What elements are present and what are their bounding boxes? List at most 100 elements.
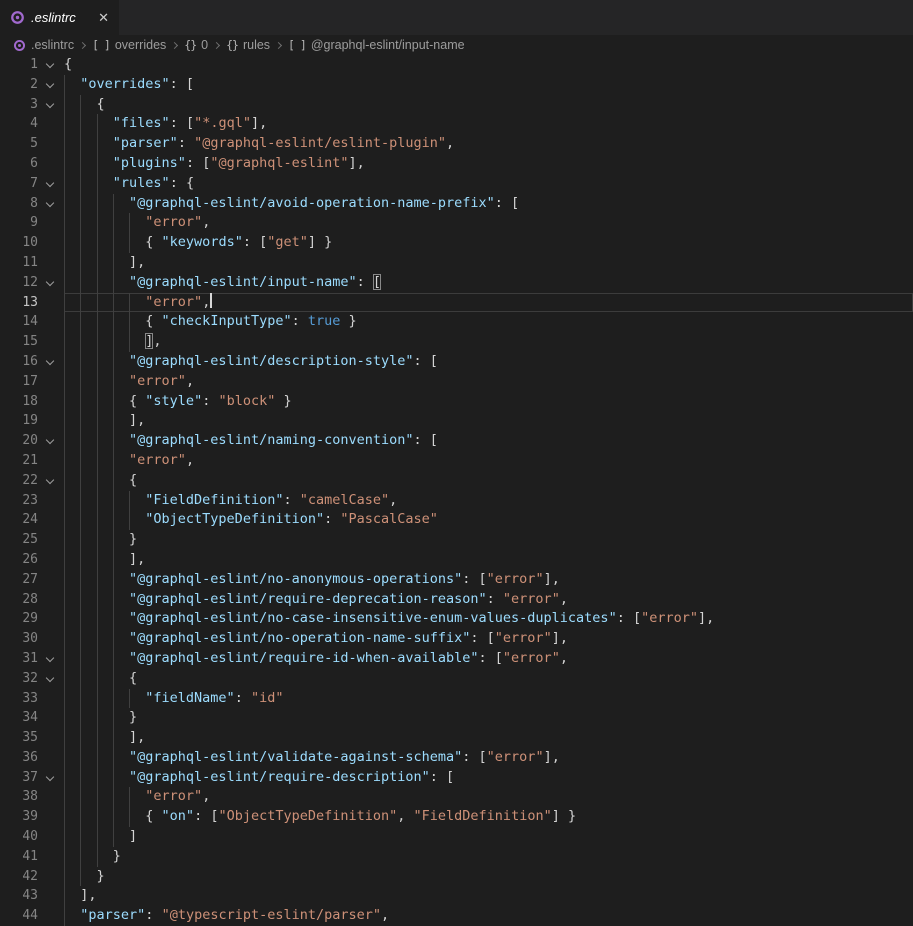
tab-eslintrc[interactable]: .eslintrc ✕ — [0, 0, 119, 35]
code-line[interactable]: 28 "@graphql-eslint/require-deprecation-… — [0, 590, 913, 610]
line-number[interactable]: 7 — [0, 174, 38, 194]
line-number[interactable]: 42 — [0, 867, 38, 887]
fold-chevron-icon[interactable] — [38, 273, 64, 293]
fold-chevron-icon[interactable] — [38, 471, 64, 491]
code-line[interactable]: 1{ — [0, 55, 913, 75]
code-line[interactable]: 8 "@graphql-eslint/avoid-operation-name-… — [0, 194, 913, 214]
code-line[interactable]: 3 { — [0, 95, 913, 115]
line-number[interactable]: 11 — [0, 253, 38, 273]
code-line[interactable]: 35 ], — [0, 728, 913, 748]
line-number[interactable]: 26 — [0, 550, 38, 570]
code-line[interactable]: 27 "@graphql-eslint/no-anonymous-operati… — [0, 570, 913, 590]
code-line[interactable]: 13 "error", — [0, 293, 913, 313]
code-line[interactable]: 24 "ObjectTypeDefinition": "PascalCase" — [0, 510, 913, 530]
code-line[interactable]: 2 "overrides": [ — [0, 75, 913, 95]
line-number[interactable]: 1 — [0, 55, 38, 75]
code-line[interactable]: 17 "error", — [0, 372, 913, 392]
code-line[interactable]: 12 "@graphql-eslint/input-name": [ — [0, 273, 913, 293]
line-number[interactable]: 21 — [0, 451, 38, 471]
code-line[interactable]: 6 "plugins": ["@graphql-eslint"], — [0, 154, 913, 174]
code-line[interactable]: 15 ], — [0, 332, 913, 352]
code-line[interactable]: 31 "@graphql-eslint/require-id-when-avai… — [0, 649, 913, 669]
code-line[interactable]: 29 "@graphql-eslint/no-case-insensitive-… — [0, 609, 913, 629]
code-line[interactable]: 10 { "keywords": ["get"] } — [0, 233, 913, 253]
fold-chevron-icon[interactable] — [38, 174, 64, 194]
line-number[interactable]: 25 — [0, 530, 38, 550]
fold-chevron-icon[interactable] — [38, 768, 64, 788]
line-number[interactable]: 23 — [0, 491, 38, 511]
line-number[interactable]: 38 — [0, 787, 38, 807]
code-line[interactable]: 21 "error", — [0, 451, 913, 471]
fold-chevron-icon[interactable] — [38, 75, 64, 95]
fold-chevron-icon[interactable] — [38, 55, 64, 75]
line-number[interactable]: 5 — [0, 134, 38, 154]
code-line[interactable]: 36 "@graphql-eslint/validate-against-sch… — [0, 748, 913, 768]
code-line[interactable]: 18 { "style": "block" } — [0, 392, 913, 412]
line-number[interactable]: 44 — [0, 906, 38, 926]
code-line[interactable]: 30 "@graphql-eslint/no-operation-name-su… — [0, 629, 913, 649]
breadcrumb-item-overrides[interactable]: [ ]overrides — [92, 38, 166, 52]
code-line[interactable]: 41 } — [0, 847, 913, 867]
fold-chevron-icon[interactable] — [38, 649, 64, 669]
line-number[interactable]: 30 — [0, 629, 38, 649]
line-number[interactable]: 39 — [0, 807, 38, 827]
line-number[interactable]: 16 — [0, 352, 38, 372]
line-number[interactable]: 2 — [0, 75, 38, 95]
code-line[interactable]: 25 } — [0, 530, 913, 550]
line-number[interactable]: 13 — [0, 293, 38, 313]
fold-chevron-icon[interactable] — [38, 95, 64, 115]
code-line[interactable]: 32 { — [0, 669, 913, 689]
fold-chevron-icon[interactable] — [38, 194, 64, 214]
line-number[interactable]: 8 — [0, 194, 38, 214]
line-number[interactable]: 37 — [0, 768, 38, 788]
line-number[interactable]: 4 — [0, 114, 38, 134]
line-number[interactable]: 12 — [0, 273, 38, 293]
code-line[interactable]: 26 ], — [0, 550, 913, 570]
line-number[interactable]: 43 — [0, 886, 38, 906]
breadcrumb-item-0[interactable]: {}0 — [184, 38, 208, 52]
close-icon[interactable]: ✕ — [96, 10, 111, 25]
breadcrumb-item-rules[interactable]: {}rules — [226, 38, 270, 52]
line-number[interactable]: 6 — [0, 154, 38, 174]
line-number[interactable]: 32 — [0, 669, 38, 689]
breadcrumb-item-eslintrc[interactable]: .eslintrc — [13, 38, 74, 52]
line-number[interactable]: 24 — [0, 510, 38, 530]
line-number[interactable]: 29 — [0, 609, 38, 629]
code-line[interactable]: 7 "rules": { — [0, 174, 913, 194]
code-line[interactable]: 11 ], — [0, 253, 913, 273]
line-number[interactable]: 34 — [0, 708, 38, 728]
line-number[interactable]: 9 — [0, 213, 38, 233]
line-number[interactable]: 41 — [0, 847, 38, 867]
code-line[interactable]: 34 } — [0, 708, 913, 728]
fold-chevron-icon[interactable] — [38, 669, 64, 689]
line-number[interactable]: 18 — [0, 392, 38, 412]
breadcrumb-item-graphql-eslint-input-name[interactable]: [ ]@graphql-eslint/input-name — [288, 38, 465, 52]
code-line[interactable]: 22 { — [0, 471, 913, 491]
code-line[interactable]: 33 "fieldName": "id" — [0, 689, 913, 709]
code-line[interactable]: 38 "error", — [0, 787, 913, 807]
line-number[interactable]: 19 — [0, 411, 38, 431]
line-number[interactable]: 33 — [0, 689, 38, 709]
code-line[interactable]: 39 { "on": ["ObjectTypeDefinition", "Fie… — [0, 807, 913, 827]
line-number[interactable]: 10 — [0, 233, 38, 253]
code-line[interactable]: 9 "error", — [0, 213, 913, 233]
line-number[interactable]: 40 — [0, 827, 38, 847]
code-line[interactable]: 5 "parser": "@graphql-eslint/eslint-plug… — [0, 134, 913, 154]
code-line[interactable]: 42 } — [0, 867, 913, 887]
code-line[interactable]: 23 "FieldDefinition": "camelCase", — [0, 491, 913, 511]
code-line[interactable]: 43 ], — [0, 886, 913, 906]
line-number[interactable]: 35 — [0, 728, 38, 748]
fold-chevron-icon[interactable] — [38, 352, 64, 372]
code-line[interactable]: 19 ], — [0, 411, 913, 431]
line-number[interactable]: 3 — [0, 95, 38, 115]
line-number[interactable]: 31 — [0, 649, 38, 669]
line-number[interactable]: 17 — [0, 372, 38, 392]
code-line[interactable]: 37 "@graphql-eslint/require-description"… — [0, 768, 913, 788]
fold-chevron-icon[interactable] — [38, 431, 64, 451]
line-number[interactable]: 20 — [0, 431, 38, 451]
line-number[interactable]: 15 — [0, 332, 38, 352]
code-editor[interactable]: 1{2 "overrides": [3 {4 "files": ["*.gql"… — [0, 55, 913, 926]
line-number[interactable]: 36 — [0, 748, 38, 768]
line-number[interactable]: 22 — [0, 471, 38, 491]
line-number[interactable]: 14 — [0, 312, 38, 332]
